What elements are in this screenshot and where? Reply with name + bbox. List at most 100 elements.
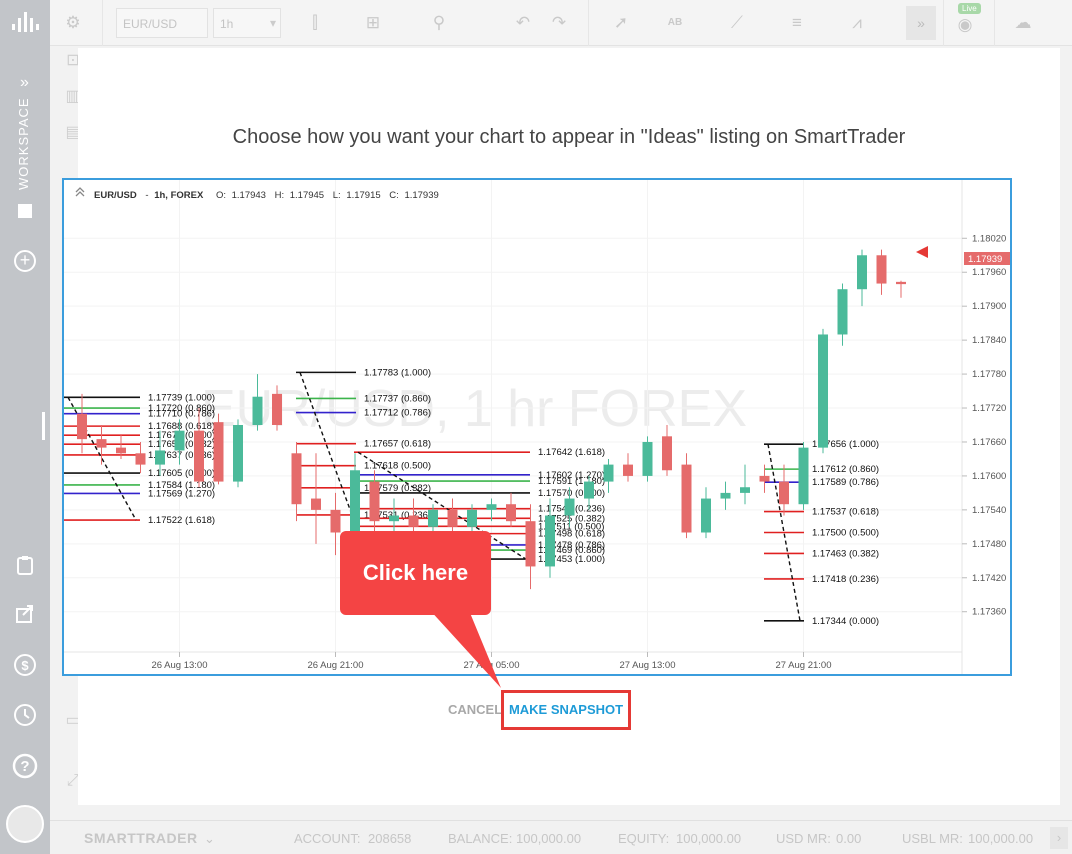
usbl-mr-value: 100,000.00: [968, 831, 1034, 846]
candle: [681, 453, 692, 539]
sidebar-resize-handle[interactable]: [42, 412, 45, 440]
price-tick-label: 1.17960: [972, 267, 1006, 278]
chart-header: EUR/USD - 1h, FOREX O: 1.17943 H: 1.1794…: [75, 187, 439, 201]
candle-body: [330, 509, 341, 533]
horizontal-lines-icon[interactable]: ≡: [784, 12, 810, 34]
cancel-button[interactable]: CANCEL: [448, 702, 502, 717]
candle: [213, 413, 224, 485]
price-tick-label: 1.17420: [972, 573, 1006, 584]
equity-value: 100,000.00: [676, 831, 742, 846]
candle: [233, 419, 243, 488]
toolbar-divider: [943, 0, 944, 46]
fib-level-label: 1.17537 (0.618): [812, 507, 879, 518]
share-icon[interactable]: [12, 603, 38, 629]
price-tick-label: 1.17840: [972, 335, 1006, 346]
user-avatar[interactable]: [6, 805, 44, 843]
header-close-label: C:: [389, 190, 399, 201]
live-broadcast-icon[interactable]: ◉: [952, 14, 978, 36]
undo-icon[interactable]: ↶: [510, 12, 536, 34]
candle-body: [447, 509, 458, 527]
price-axis: 1.18020 1.17960 1.17900 1.17840 1.17780 1.177…: [962, 233, 1006, 618]
compare-icon[interactable]: ⊞: [360, 12, 386, 34]
redo-icon[interactable]: ↷: [546, 12, 572, 34]
usd-mr-label: USD MR:: [776, 831, 831, 846]
fib-level-label: 1.17612 (0.860): [812, 464, 879, 475]
candle-body: [603, 464, 614, 482]
fib-level-label: 1.17570 (0.000): [538, 488, 605, 499]
candle-type-icon[interactable]: ⫿: [302, 12, 328, 34]
candle: [311, 453, 321, 544]
header-high: 1.17945: [290, 190, 324, 201]
workspace-label[interactable]: WORKSPACE: [16, 97, 31, 190]
candle: [779, 464, 789, 516]
fib-level-label: 1.17739 (1.000): [148, 392, 215, 403]
candle: [720, 481, 731, 510]
indicators-icon[interactable]: ⚲: [426, 12, 452, 34]
candle-body: [311, 498, 321, 510]
candle: [506, 492, 516, 527]
candle: [330, 492, 341, 556]
app-logo-icon: [12, 12, 39, 32]
candle: [96, 425, 107, 465]
fib-group-4: 1.17656 (1.000)1.17612 (0.860)1.17589 (0…: [764, 439, 879, 627]
fib-level-label: 1.17605 (0.000): [148, 468, 215, 479]
header-low-label: L:: [333, 190, 341, 201]
candle: [447, 498, 458, 533]
fib-level-label: 1.17589 (0.786): [812, 477, 879, 488]
header-dash: -: [145, 190, 148, 201]
candle: [740, 464, 750, 505]
more-tools-button[interactable]: »: [906, 6, 936, 40]
brand-menu-chevron-icon[interactable]: ⌄: [204, 831, 215, 847]
candle-body: [213, 422, 224, 482]
make-snapshot-button[interactable]: MAKE SNAPSHOT: [501, 690, 631, 730]
candle-body: [350, 470, 360, 533]
fib-level-label: 1.17344 (0.000): [812, 616, 879, 627]
fib-level-label: 1.17642 (1.618): [538, 447, 605, 458]
click-here-callout: Click here: [340, 531, 491, 615]
candle-body: [77, 413, 87, 440]
cloud-icon[interactable]: ☁: [1010, 12, 1036, 34]
expand-workspace-icon[interactable]: »: [20, 74, 29, 92]
help-icon[interactable]: ?: [12, 753, 38, 779]
cursor-icon[interactable]: ➚: [608, 12, 634, 34]
balance-value: 100,000.00: [516, 831, 582, 846]
text-tool-icon[interactable]: AB: [662, 12, 688, 34]
settings-gear-icon[interactable]: ⚙: [60, 12, 86, 34]
candle-body: [155, 450, 165, 465]
statusbar-expand-button[interactable]: ›: [1050, 827, 1068, 849]
price-tick-label: 1.17600: [972, 471, 1006, 482]
clipboard-icon[interactable]: [12, 554, 38, 580]
trend-line-icon[interactable]: ⟋: [724, 12, 750, 34]
candle-body: [252, 396, 263, 425]
chart-preview-frame: EUR/USD, 1 hr FOREX 1.17739 (1.000) 1.177…: [62, 178, 1012, 676]
fib-level-label: 1.17712 (0.786): [364, 408, 431, 419]
candle-body: [564, 498, 575, 516]
candle: [896, 280, 906, 298]
candle-body: [896, 281, 906, 285]
candle-body: [174, 430, 185, 451]
clock-icon[interactable]: [12, 703, 38, 729]
candle: [798, 441, 809, 510]
time-tick-label: 27 Aug 05:00: [464, 660, 520, 671]
time-tick-label: 26 Aug 21:00: [308, 660, 364, 671]
price-tick-label: 1.17360: [972, 607, 1006, 618]
time-tick-label: 26 Aug 13:00: [152, 660, 208, 671]
header-open-label: O:: [216, 190, 226, 201]
collapse-legend-icon[interactable]: [75, 187, 85, 197]
add-workspace-icon[interactable]: +: [14, 250, 36, 272]
candle: [525, 504, 536, 590]
header-open: 1.17943: [232, 190, 266, 201]
dialog-title: Choose how you want your chart to appear…: [232, 126, 906, 148]
toolbar-divider: [994, 0, 995, 46]
fib-level-label: 1.17618 (0.500): [364, 461, 431, 472]
symbol-input[interactable]: EUR/USD: [116, 8, 208, 38]
header-high-label: H:: [275, 190, 285, 201]
live-badge: Live: [958, 3, 981, 14]
svg-text:$: $: [21, 658, 29, 673]
candle-body: [681, 464, 692, 533]
time-tick-label: 27 Aug 13:00: [620, 660, 676, 671]
timeframe-select[interactable]: 1h ▾: [213, 8, 281, 38]
pattern-icon[interactable]: ⩘: [844, 12, 870, 34]
dollar-icon[interactable]: $: [12, 653, 38, 679]
workspace-square-icon[interactable]: [18, 204, 32, 218]
